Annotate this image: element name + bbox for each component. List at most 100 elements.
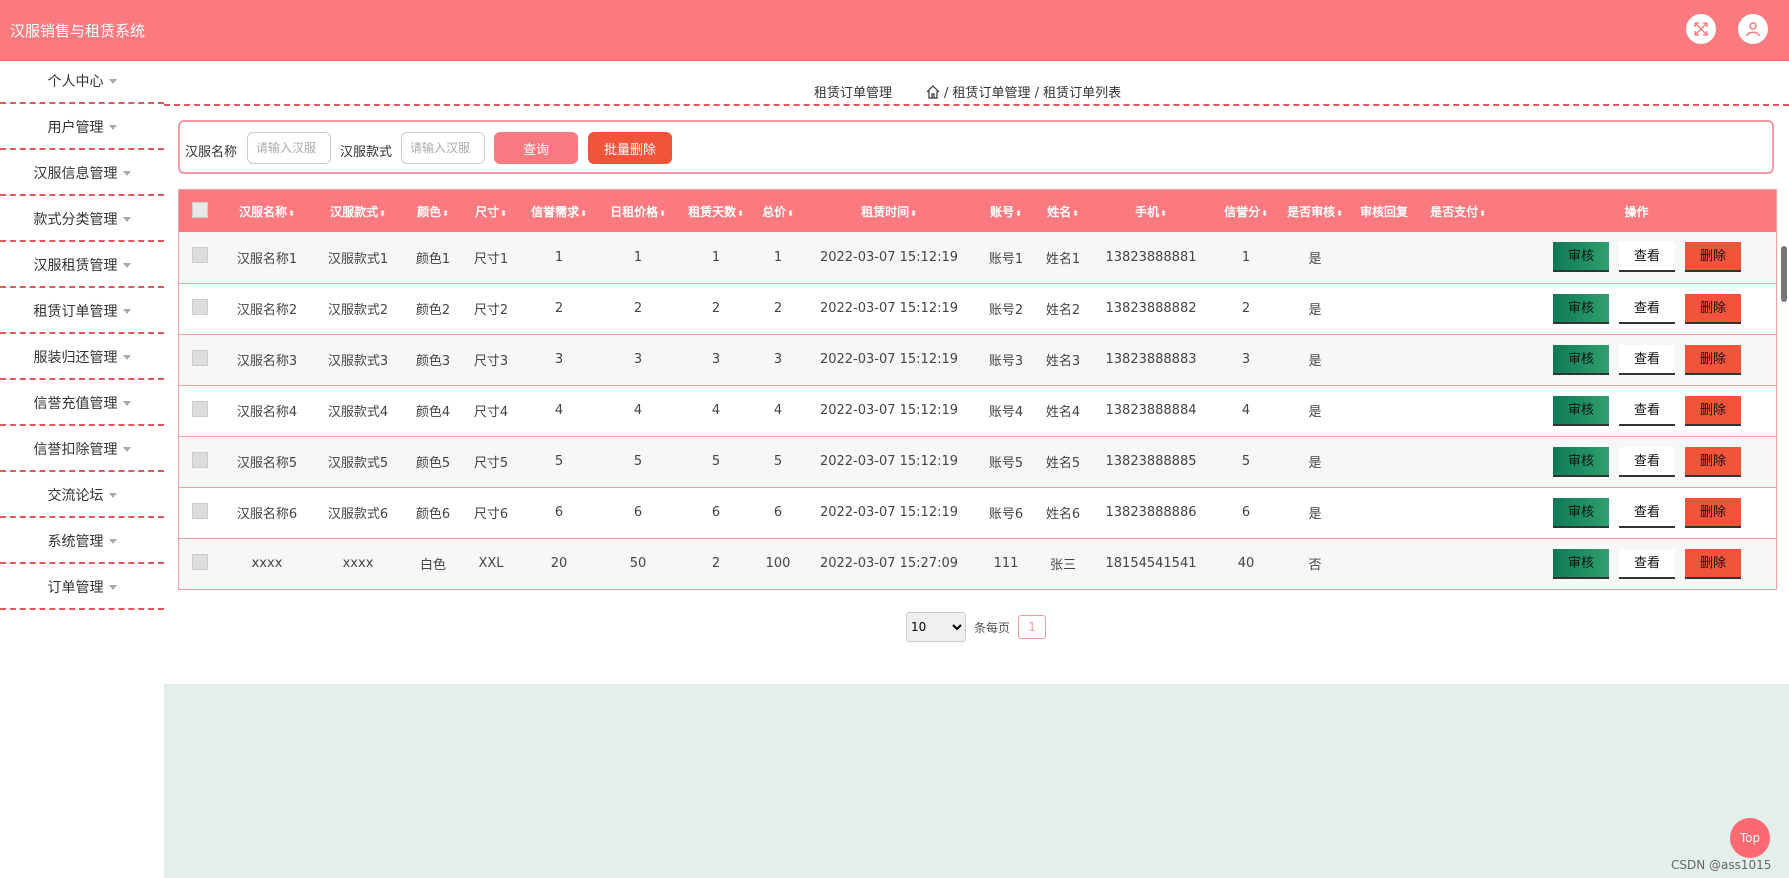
column-header[interactable]: 汉服款式⬍ — [313, 190, 403, 232]
sort-icon[interactable]: ⬍ — [1479, 209, 1486, 218]
back-to-top-button[interactable]: Top — [1730, 818, 1770, 858]
row-checkbox[interactable] — [179, 283, 221, 334]
audit-button[interactable]: 审核 — [1553, 242, 1609, 273]
audit-button[interactable]: 审核 — [1553, 497, 1609, 528]
column-header[interactable]: 是否审核⬍ — [1281, 190, 1349, 232]
table-cell: 颜色3 — [415, 354, 451, 369]
batch-delete-button[interactable]: 批量删除 — [588, 132, 672, 164]
sort-icon[interactable]: ⬍ — [288, 209, 295, 218]
table-cell: 2 — [773, 301, 783, 316]
sidebar-item-4[interactable]: 汉服租赁管理 — [0, 244, 164, 288]
sort-icon[interactable]: ⬍ — [379, 209, 386, 218]
sidebar-item-6[interactable]: 服装归还管理 — [0, 336, 164, 380]
style-search-input[interactable] — [401, 132, 485, 164]
row-checkbox[interactable] — [179, 334, 221, 385]
column-header[interactable]: 账号⬍ — [977, 190, 1035, 232]
scrollbar[interactable] — [1781, 246, 1787, 302]
column-header[interactable]: 汉服名称⬍ — [221, 190, 313, 232]
table-cell — [1349, 232, 1419, 283]
table-cell — [1419, 538, 1497, 589]
fullscreen-icon[interactable] — [1686, 14, 1716, 44]
table-cell: 姓名6 — [1045, 507, 1081, 522]
row-checkbox[interactable] — [179, 232, 221, 283]
table-cell: 5 — [633, 454, 643, 469]
home-icon[interactable] — [926, 84, 940, 99]
sidebar-item-11[interactable]: 订单管理 — [0, 566, 164, 610]
sidebar-item-3[interactable]: 款式分类管理 — [0, 198, 164, 242]
audit-button[interactable]: 审核 — [1553, 293, 1609, 324]
table-cell: 100 — [765, 556, 791, 572]
sort-icon[interactable]: ⬍ — [659, 209, 666, 218]
sidebar-item-5[interactable]: 租赁订单管理 — [0, 290, 164, 334]
delete-button[interactable]: 删除 — [1685, 446, 1741, 477]
sort-icon[interactable]: ⬍ — [737, 209, 744, 218]
breadcrumb-path[interactable]: / 租赁订单管理 / 租赁订单列表 — [926, 82, 1121, 101]
column-header-label: 汉服名称 — [239, 204, 288, 219]
view-button[interactable]: 查看 — [1619, 497, 1675, 528]
sort-icon[interactable]: ⬍ — [580, 209, 587, 218]
sidebar-item-10[interactable]: 系统管理 — [0, 520, 164, 564]
view-button[interactable]: 查看 — [1619, 395, 1675, 426]
audit-button[interactable]: 审核 — [1553, 344, 1609, 375]
sort-icon[interactable]: ⬍ — [1015, 209, 1022, 218]
table-cell: 1 — [773, 249, 783, 265]
delete-button[interactable]: 删除 — [1685, 344, 1741, 375]
page-size-select[interactable]: 10 — [906, 612, 966, 642]
watermark: CSDN @ass1015 — [1671, 858, 1772, 872]
page-number-button[interactable]: 1 — [1018, 615, 1047, 639]
view-button[interactable]: 查看 — [1619, 548, 1675, 579]
select-all-checkbox[interactable] — [179, 190, 221, 232]
table-cell: 汉服款式3 — [327, 354, 389, 369]
delete-button[interactable]: 删除 — [1685, 497, 1741, 528]
audit-button[interactable]: 审核 — [1553, 395, 1609, 426]
column-header[interactable]: 手机⬍ — [1091, 190, 1211, 232]
column-header[interactable]: 姓名⬍ — [1035, 190, 1091, 232]
table-cell: xxxx — [251, 556, 283, 572]
sort-icon[interactable]: ⬍ — [787, 209, 794, 218]
delete-button[interactable]: 删除 — [1685, 293, 1741, 324]
table-cell: 汉服名称4 — [236, 405, 298, 420]
column-header[interactable]: 日租价格⬍ — [599, 190, 677, 232]
sort-icon[interactable]: ⬍ — [1160, 209, 1167, 218]
sidebar-item-2[interactable]: 汉服信息管理 — [0, 152, 164, 196]
sort-icon[interactable]: ⬍ — [1261, 209, 1268, 218]
search-panel: 汉服名称 汉服款式 查询 批量删除 — [178, 120, 1774, 174]
audit-button[interactable]: 审核 — [1553, 548, 1609, 579]
sidebar-item-9[interactable]: 交流论坛 — [0, 474, 164, 518]
row-checkbox[interactable] — [179, 487, 221, 538]
column-header[interactable]: 总价⬍ — [755, 190, 801, 232]
column-header-label: 信誉分 — [1224, 204, 1261, 219]
sort-icon[interactable]: ⬍ — [1072, 209, 1079, 218]
query-button[interactable]: 查询 — [494, 132, 578, 164]
sort-icon[interactable]: ⬍ — [500, 209, 507, 218]
table-row: 汉服名称4 汉服款式4 颜色4 尺寸4 4 4 4 4 2022-03-07 15:12:19 账… — [179, 385, 1776, 436]
sidebar-item-1[interactable]: 用户管理 — [0, 106, 164, 150]
column-header[interactable]: 信誉分⬍ — [1211, 190, 1281, 232]
sidebar-item-8[interactable]: 信誉扣除管理 — [0, 428, 164, 472]
name-search-input[interactable] — [247, 132, 331, 164]
view-button[interactable]: 查看 — [1619, 242, 1675, 273]
view-button[interactable]: 查看 — [1619, 293, 1675, 324]
sidebar-item-0[interactable]: 个人中心 — [0, 60, 164, 104]
view-button[interactable]: 查看 — [1619, 344, 1675, 375]
column-header[interactable]: 颜色⬍ — [403, 190, 463, 232]
row-checkbox[interactable] — [179, 385, 221, 436]
column-header[interactable]: 租赁时间⬍ — [801, 190, 977, 232]
sort-icon[interactable]: ⬍ — [1336, 209, 1343, 218]
user-icon[interactable] — [1738, 14, 1768, 44]
column-header[interactable]: 尺寸⬍ — [463, 190, 519, 232]
view-button[interactable]: 查看 — [1619, 446, 1675, 477]
column-header[interactable]: 是否支付⬍ — [1419, 190, 1497, 232]
delete-button[interactable]: 删除 — [1685, 548, 1741, 579]
delete-button[interactable]: 删除 — [1685, 242, 1741, 273]
sidebar-item-7[interactable]: 信誉充值管理 — [0, 382, 164, 426]
audit-button[interactable]: 审核 — [1553, 446, 1609, 477]
sidebar-item-label: 款式分类管理 — [33, 212, 118, 228]
delete-button[interactable]: 删除 — [1685, 395, 1741, 426]
sort-icon[interactable]: ⬍ — [910, 209, 917, 218]
row-checkbox[interactable] — [179, 436, 221, 487]
row-checkbox[interactable] — [179, 538, 221, 589]
column-header[interactable]: 租赁天数⬍ — [677, 190, 755, 232]
sort-icon[interactable]: ⬍ — [442, 209, 449, 218]
column-header[interactable]: 信誉需求⬍ — [519, 190, 599, 232]
